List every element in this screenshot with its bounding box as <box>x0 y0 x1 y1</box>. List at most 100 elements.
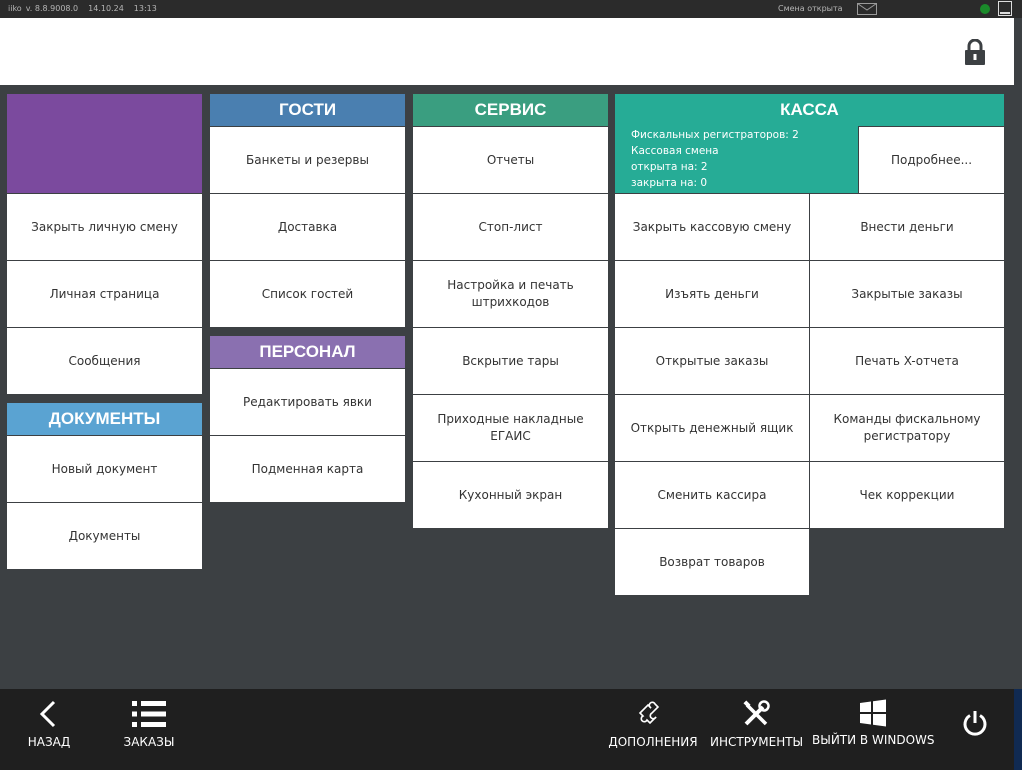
messages-button[interactable]: Сообщения <box>7 328 202 394</box>
header-edge <box>1014 18 1022 85</box>
chevron-left-icon <box>39 700 56 728</box>
tools-button[interactable]: ИНСТРУМЕНТЫ <box>710 699 804 749</box>
windows-icon <box>860 699 886 727</box>
substitute-card-button[interactable]: Подменная карта <box>210 436 405 502</box>
status-info: iiko v. 8.8.9008.0 14.10.24 13:13 <box>8 4 167 13</box>
deposit-money-button[interactable]: Внести деньги <box>810 194 1004 260</box>
banquets-label: Банкеты и резервы <box>246 152 369 167</box>
new-document-button[interactable]: Новый документ <box>7 436 202 502</box>
close-personal-shift-label: Закрыть личную смену <box>31 219 178 234</box>
back-button[interactable]: НАЗАД <box>14 699 84 749</box>
app-root: iiko v. 8.8.9008.0 14.10.24 13:13 Смена отк… <box>0 0 1022 770</box>
change-cashier-button[interactable]: Сменить кассира <box>615 462 809 528</box>
fiscal-registers-count: Фискальных регистраторов: 2 <box>631 129 799 141</box>
guest-list-label: Список гостей <box>261 286 354 301</box>
mail-icon[interactable] <box>857 3 877 15</box>
power-icon <box>963 711 987 736</box>
fiscal-commands-line2: регистратору <box>863 429 951 443</box>
correction-check-button[interactable]: Чек коррекции <box>810 462 1004 528</box>
window-minimize-icon[interactable] <box>998 1 1012 16</box>
addons-label: ДОПОЛНЕНИЯ <box>608 735 698 749</box>
cash-shift-closed-count: закрыта на: 0 <box>631 177 708 189</box>
service-header: СЕРВИС <box>413 94 608 126</box>
close-cash-shift-label: Закрыть кассовую смену <box>632 219 792 234</box>
documents-title: ДОКУМЕНТЫ <box>48 409 161 428</box>
tools-icon <box>743 700 770 726</box>
return-goods-label: Возврат товаров <box>659 554 765 569</box>
header <box>0 18 1022 85</box>
substitute-card-label: Подменная карта <box>251 461 364 476</box>
reports-button[interactable]: Отчеты <box>413 127 608 193</box>
puzzle-icon <box>638 701 660 725</box>
fiscal-commands-label: Команды фискальному регистратору <box>833 411 980 445</box>
kassa-details-label: Подробнее... <box>890 152 973 167</box>
print-x-report-button[interactable]: Печать X-отчета <box>810 328 1004 394</box>
tools-label: ИНСТРУМЕНТЫ <box>710 735 804 749</box>
kassa-details-button[interactable]: Подробнее... <box>859 127 1004 193</box>
edit-attendance-label: Редактировать явки <box>243 394 372 409</box>
open-orders-label: Открытые заказы <box>655 353 769 368</box>
documents-header: ДОКУМЕНТЫ <box>7 403 202 435</box>
power-button[interactable] <box>958 709 992 737</box>
barcodes-label-line1: Настройка и печать <box>447 278 574 292</box>
app-version: v. 8.8.9008.0 <box>25 4 79 13</box>
open-orders-button[interactable]: Открытые заказы <box>615 328 809 394</box>
stop-list-button[interactable]: Стоп-лист <box>413 194 608 260</box>
personnel-header: ПЕРСОНАЛ <box>210 336 405 368</box>
closed-orders-label: Закрытые заказы <box>851 286 963 301</box>
exit-windows-label: ВЫЙТИ В WINDOWS <box>812 733 935 747</box>
status-bar: iiko v. 8.8.9008.0 14.10.24 13:13 Смена отк… <box>0 0 1022 18</box>
back-label: НАЗАД <box>27 735 71 749</box>
exit-windows-button[interactable]: ВЫЙТИ В WINDOWS <box>812 699 935 747</box>
egais-invoices-button[interactable]: Приходные накладные ЕГАИС <box>413 395 608 461</box>
fiscal-commands-line1: Команды фискальному <box>833 412 981 426</box>
new-document-label: Новый документ <box>51 461 158 476</box>
stop-list-label: Стоп-лист <box>478 219 543 234</box>
addons-button[interactable]: ДОПОЛНЕНИЯ <box>608 699 698 749</box>
print-x-report-label: Печать X-отчета <box>855 353 959 368</box>
guest-list-button[interactable]: Список гостей <box>210 261 405 327</box>
orders-button[interactable]: ЗАКАЗЫ <box>114 699 184 749</box>
connection-indicator <box>980 4 990 14</box>
correction-check-label: Чек коррекции <box>859 487 955 502</box>
list-icon <box>132 701 166 727</box>
delivery-label: Доставка <box>277 219 338 234</box>
return-goods-button[interactable]: Возврат товаров <box>615 529 809 595</box>
withdraw-money-button[interactable]: Изъять деньги <box>615 261 809 327</box>
egais-label-line1: Приходные накладные <box>437 412 584 426</box>
lock-icon[interactable] <box>963 39 987 65</box>
service-title: СЕРВИС <box>474 100 547 119</box>
personal-page-label: Личная страница <box>49 286 160 301</box>
egais-label-line2: ЕГАИС <box>490 429 531 443</box>
barcodes-button[interactable]: Настройка и печать штрихкодов <box>413 261 608 327</box>
open-container-button[interactable]: Вскрытие тары <box>413 328 608 394</box>
kassa-info-panel: Фискальных регистраторов: 2 Кассовая сме… <box>615 126 858 193</box>
close-personal-shift-button[interactable]: Закрыть личную смену <box>7 194 202 260</box>
kassa-title: КАССА <box>780 100 839 119</box>
messages-label: Сообщения <box>68 353 141 368</box>
banquets-button[interactable]: Банкеты и резервы <box>210 127 405 193</box>
documents-button[interactable]: Документы <box>7 503 202 569</box>
edit-attendance-button[interactable]: Редактировать явки <box>210 369 405 435</box>
personal-page-button[interactable]: Личная страница <box>7 261 202 327</box>
closed-orders-button[interactable]: Закрытые заказы <box>810 261 1004 327</box>
fiscal-commands-button[interactable]: Команды фискальному регистратору <box>810 395 1004 461</box>
personnel-title: ПЕРСОНАЛ <box>259 342 356 361</box>
shift-status: Смена открыта <box>778 4 843 13</box>
barcodes-label: Настройка и печать штрихкодов <box>447 277 574 311</box>
kitchen-screen-button[interactable]: Кухонный экран <box>413 462 608 528</box>
close-cash-shift-button[interactable]: Закрыть кассовую смену <box>615 194 809 260</box>
withdraw-money-label: Изъять деньги <box>665 286 759 301</box>
documents-label: Документы <box>68 528 141 543</box>
open-container-label: Вскрытие тары <box>462 353 559 368</box>
bottom-nav: НАЗАД ЗАКАЗЫ ДОПОЛНЕНИЯ ИНСТРУМЕНТЫ ВЫЙТ… <box>0 689 1022 770</box>
user-tile <box>7 94 202 193</box>
barcodes-label-line2: штрихкодов <box>471 295 550 309</box>
guests-header: ГОСТИ <box>210 94 405 126</box>
delivery-button[interactable]: Доставка <box>210 194 405 260</box>
status-time: 13:13 <box>133 4 157 13</box>
open-cash-drawer-button[interactable]: Открыть денежный ящик <box>615 395 809 461</box>
bottom-edge <box>1014 689 1022 770</box>
guests-title: ГОСТИ <box>278 100 337 119</box>
egais-invoices-label: Приходные накладные ЕГАИС <box>437 411 583 445</box>
